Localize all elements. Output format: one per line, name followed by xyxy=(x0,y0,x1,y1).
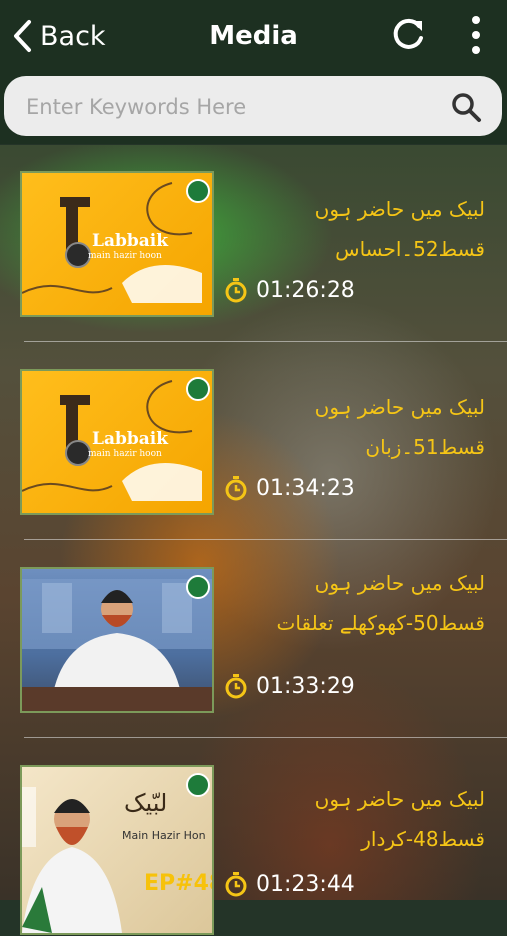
item-title[interactable]: لبیک میں حاضر ہوں قسط52۔احساس xyxy=(235,189,485,269)
item-title[interactable]: لبیک میں حاضر ہوں قسط50-کھوکھلے تعلقات xyxy=(235,563,485,643)
thumbnail-art xyxy=(22,787,122,933)
list-item[interactable]: لبیک میں حاضر ہوں قسط50-کھوکھلے تعلقات 0… xyxy=(0,541,507,738)
stopwatch-icon xyxy=(225,872,247,897)
thumbnail-subtitle: main hazir hoon xyxy=(88,449,162,459)
search-icon[interactable] xyxy=(450,91,482,123)
thumbnail[interactable] xyxy=(20,567,214,713)
duration-label: 01:33:29 xyxy=(256,673,355,699)
channel-logo xyxy=(186,377,210,401)
duration-label: 01:34:23 xyxy=(256,475,355,501)
thumbnail[interactable]: لبّیک Main Hazir Hon EP#48 xyxy=(20,765,214,935)
search-input[interactable] xyxy=(24,76,428,138)
search-box xyxy=(4,76,502,138)
duration-label: 01:23:44 xyxy=(256,871,355,897)
search-bar xyxy=(0,72,507,144)
refresh-icon[interactable] xyxy=(390,16,428,54)
more-options-icon[interactable] xyxy=(466,14,486,56)
page-title: Media xyxy=(209,21,298,51)
item-title[interactable]: لبیک میں حاضر ہوں قسط51۔زبان xyxy=(235,387,485,467)
thumbnail-brand: Labbaik xyxy=(92,231,168,251)
stopwatch-icon xyxy=(225,476,247,501)
stopwatch-icon xyxy=(225,674,247,699)
duration: 01:23:44 xyxy=(224,871,355,897)
duration: 01:34:23 xyxy=(224,475,355,501)
divider xyxy=(24,737,507,738)
list-item[interactable]: لبّیک Main Hazir Hon EP#48 لبیک میں حاضر… xyxy=(0,739,507,936)
stopwatch-icon xyxy=(225,278,247,303)
channel-logo xyxy=(186,179,210,203)
duration-label: 01:26:28 xyxy=(256,277,355,303)
channel-logo xyxy=(186,773,210,797)
thumbnail-art xyxy=(22,579,212,711)
list-item[interactable]: Labbaik main hazir hoon لبیک میں حاضر ہو… xyxy=(0,145,507,342)
duration: 01:33:29 xyxy=(224,673,355,699)
item-title[interactable]: لبیک میں حاضر ہوں قسط48-کردار xyxy=(235,779,485,859)
thumbnail[interactable]: Labbaik main hazir hoon xyxy=(20,171,214,317)
duration: 01:26:28 xyxy=(224,277,355,303)
thumbnail-title: لبّیک xyxy=(124,789,168,817)
divider xyxy=(24,539,507,540)
thumbnail-brand: Labbaik xyxy=(92,429,168,449)
episode-number: EP#48 xyxy=(144,871,212,896)
thumbnail[interactable]: Labbaik main hazir hoon xyxy=(20,369,214,515)
divider xyxy=(24,341,507,342)
thumbnail-subtitle: Main Hazir Hon xyxy=(122,829,206,842)
channel-logo xyxy=(186,575,210,599)
thumbnail-subtitle: main hazir hoon xyxy=(88,251,162,261)
top-bar: Back Media xyxy=(0,0,507,72)
list-item[interactable]: Labbaik main hazir hoon لبیک میں حاضر ہو… xyxy=(0,343,507,540)
